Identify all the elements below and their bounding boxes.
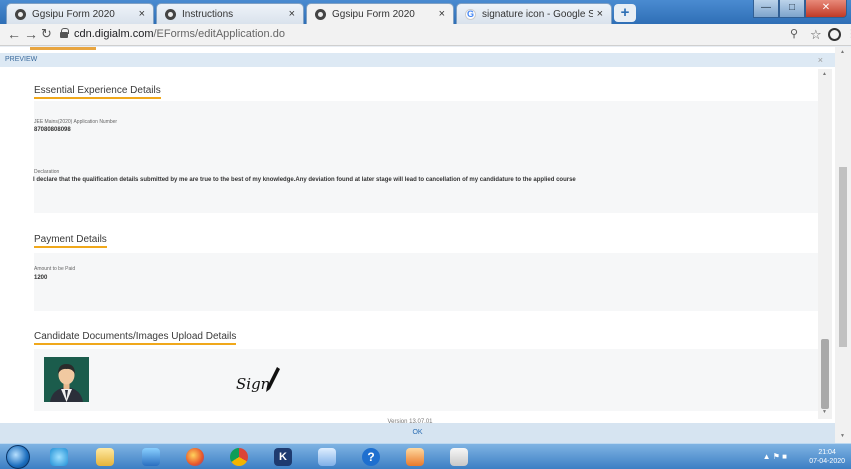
google-icon: G bbox=[465, 8, 476, 20]
person-avatar-icon bbox=[44, 357, 89, 402]
globe-icon bbox=[165, 8, 176, 20]
word-icon bbox=[318, 448, 336, 466]
tab-ggsipu-form-active[interactable]: Ggsipu Form 2020 × bbox=[306, 3, 454, 24]
close-tab-icon[interactable]: × bbox=[439, 8, 445, 20]
section-title-experience: Essential Experience Details bbox=[34, 85, 161, 99]
header-accent-bar bbox=[30, 47, 96, 50]
page-scroll-up-icon[interactable]: ▲ bbox=[840, 49, 845, 55]
reload-icon[interactable]: ↻ bbox=[41, 27, 52, 41]
signature-text: Sign bbox=[236, 375, 270, 393]
payment-panel: Amount to be Paid 1200 bbox=[34, 253, 820, 311]
experience-panel: JEE Mains(2020) Application Number 87080… bbox=[33, 101, 820, 213]
tab-instructions[interactable]: Instructions × bbox=[156, 3, 304, 24]
lock-icon bbox=[60, 28, 69, 38]
taskbar-media[interactable] bbox=[136, 446, 166, 468]
ok-button[interactable]: OK bbox=[0, 423, 835, 443]
folder-icon bbox=[96, 448, 114, 466]
forward-arrow-icon[interactable]: → bbox=[24, 27, 38, 41]
tab-title: Instructions bbox=[182, 8, 234, 20]
taskbar-ie[interactable] bbox=[44, 446, 74, 468]
ie-icon bbox=[50, 448, 68, 466]
candidate-photo bbox=[44, 357, 89, 402]
close-window-icon[interactable]: ✕ bbox=[805, 0, 847, 18]
url-path: /EForms/editApplication.do bbox=[153, 28, 285, 40]
url-domain: cdn.digialm.com bbox=[74, 28, 154, 40]
clock-date: 07-04-2020 bbox=[809, 458, 845, 465]
paint-icon bbox=[450, 448, 468, 466]
taskbar-help[interactable]: ? bbox=[356, 446, 386, 468]
section-title-payment: Payment Details bbox=[34, 234, 107, 248]
page-scrollbar-thumb[interactable] bbox=[839, 167, 847, 347]
close-tab-icon[interactable]: × bbox=[139, 8, 145, 20]
zoom-icon[interactable]: ⚲ bbox=[790, 27, 798, 40]
close-tab-icon[interactable]: × bbox=[289, 8, 295, 20]
windows-taskbar: K ? ▲ ⚑ ■ 21:04 07-04-2020 bbox=[0, 443, 851, 469]
firefox-icon bbox=[186, 448, 204, 466]
new-tab-button[interactable]: + bbox=[614, 4, 636, 22]
inner-scrollbar[interactable]: ▲ ▼ bbox=[818, 69, 832, 419]
scroll-up-icon[interactable]: ▲ bbox=[822, 71, 827, 77]
tab-strip: Ggsipu Form 2020 × Instructions × Ggsipu… bbox=[0, 0, 851, 24]
preview-scroll-area[interactable]: Essential Experience Details JEE Mains(2… bbox=[0, 67, 820, 415]
back-arrow-icon[interactable]: ← bbox=[7, 27, 21, 41]
signature-pen-icon: Sign bbox=[236, 367, 280, 393]
start-button[interactable] bbox=[6, 445, 30, 469]
profile-avatar-icon[interactable] bbox=[828, 28, 841, 41]
photos-icon bbox=[406, 448, 424, 466]
taskbar-photos[interactable] bbox=[400, 446, 430, 468]
tab-title: signature icon - Google Search bbox=[482, 8, 593, 20]
tab-title: Ggsipu Form 2020 bbox=[332, 8, 415, 20]
clock[interactable]: 21:04 07-04-2020 bbox=[809, 448, 845, 466]
window-controls: — □ ✕ bbox=[753, 0, 847, 18]
chrome-icon bbox=[230, 448, 248, 466]
amount-label: Amount to be Paid bbox=[34, 266, 76, 272]
close-tab-icon[interactable]: × bbox=[597, 8, 603, 20]
preview-header: PREVIEW × bbox=[0, 53, 835, 67]
globe-icon bbox=[15, 8, 26, 20]
clock-time: 21:04 bbox=[818, 449, 836, 456]
media-player-icon bbox=[142, 448, 160, 466]
declaration-value: I declare that the qualification details… bbox=[33, 177, 576, 183]
globe-icon bbox=[315, 8, 326, 20]
url-field[interactable]: cdn.digialm.com/EForms/editApplication.d… bbox=[74, 28, 285, 40]
app-number-label: JEE Mains(2020) Application Number bbox=[34, 119, 118, 125]
maximize-icon[interactable]: □ bbox=[779, 0, 805, 18]
signature-image: Sign bbox=[234, 359, 286, 399]
close-preview-icon[interactable]: × bbox=[818, 53, 823, 67]
taskbar-word[interactable] bbox=[312, 446, 342, 468]
tab-google-search[interactable]: G signature icon - Google Search × bbox=[456, 3, 612, 24]
taskbar-firefox[interactable] bbox=[180, 446, 210, 468]
page-scrollbar[interactable]: ▲ ▼ bbox=[835, 47, 851, 443]
taskbar-explorer[interactable] bbox=[90, 446, 120, 468]
section-title-documents: Candidate Documents/Images Upload Detail… bbox=[34, 331, 237, 345]
tab-ggsipu-form-1[interactable]: Ggsipu Form 2020 × bbox=[6, 3, 154, 24]
page-content: PREVIEW × Essential Experience Details J… bbox=[0, 47, 851, 443]
app-k-icon: K bbox=[274, 448, 292, 466]
declaration-label: Declaration bbox=[34, 169, 60, 175]
tab-title: Ggsipu Form 2020 bbox=[32, 8, 115, 20]
taskbar-chrome[interactable] bbox=[224, 446, 254, 468]
minimize-icon[interactable]: — bbox=[753, 0, 779, 18]
scroll-down-icon[interactable]: ▼ bbox=[822, 409, 827, 415]
preview-title: PREVIEW bbox=[5, 56, 38, 63]
system-tray[interactable]: ▲ ⚑ ■ bbox=[763, 452, 787, 461]
address-bar: ← → ↻ cdn.digialm.com/EForms/editApplica… bbox=[0, 24, 851, 46]
bookmark-star-icon[interactable]: ☆ bbox=[810, 27, 822, 43]
app-number-value: 87080808098 bbox=[34, 127, 71, 133]
amount-value: 1200 bbox=[34, 275, 48, 281]
help-icon: ? bbox=[362, 448, 380, 466]
taskbar-paint[interactable] bbox=[444, 446, 474, 468]
menu-kebab-icon[interactable]: ⋮ bbox=[846, 27, 851, 40]
taskbar-app-k[interactable]: K bbox=[268, 446, 298, 468]
documents-panel: Sign bbox=[34, 349, 820, 411]
page-scroll-down-icon[interactable]: ▼ bbox=[840, 433, 845, 439]
inner-scrollbar-thumb[interactable] bbox=[821, 339, 829, 409]
